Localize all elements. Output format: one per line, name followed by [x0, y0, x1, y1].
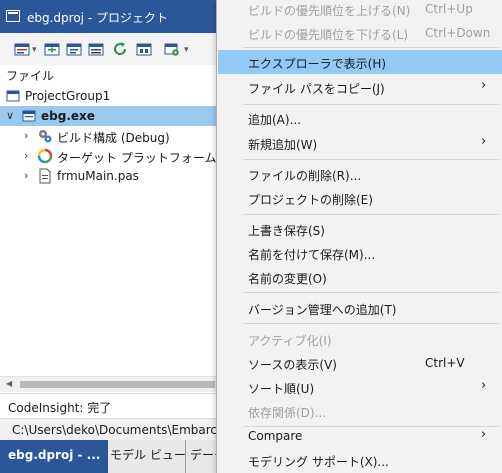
menu-item-remove-project[interactable]: プロジェクトの削除(E): [218, 186, 502, 210]
menu-separator: [243, 47, 499, 48]
options-icon[interactable]: [88, 41, 104, 57]
menu-item-label: ソースの表示(V): [248, 358, 337, 372]
menu-item-label: エクスプローラで表示(H): [248, 57, 387, 71]
tree-item-build-config[interactable]: › ビルド構成 (Debug): [0, 126, 230, 146]
menu-item-add-new[interactable]: 新規追加(W) ›: [218, 131, 502, 155]
path-status: C:\Users\deko\Documents\Embarcade: [0, 418, 239, 441]
tab-model-view[interactable]: モデル ビュー: [110, 440, 186, 473]
tree-item-target-platform[interactable]: › ターゲット プラットフォーム (Wind: [0, 146, 255, 166]
menu-item-label: ビルドの優先順位を上げる(N): [248, 4, 411, 18]
tree-item-ebg-exe[interactable]: ∨ ebg.exe: [0, 106, 230, 126]
chevron-right-icon[interactable]: ›: [24, 129, 28, 142]
menu-item-label: Compare: [248, 429, 303, 443]
scroll-left-arrow-icon[interactable]: ◀: [6, 379, 12, 388]
submenu-arrow-icon: ›: [481, 378, 487, 393]
tree-item-projectgroup[interactable]: ProjectGroup1: [0, 86, 230, 106]
gears-icon: [39, 130, 52, 143]
menu-item-add[interactable]: 追加(A)...: [218, 106, 502, 130]
submenu-arrow-icon: ›: [481, 427, 487, 442]
chevron-right-icon[interactable]: ›: [24, 149, 28, 162]
context-menu: ビルドの優先順位を上げる(N) Ctrl+Up ビルドの優先順位を下げる(L) …: [216, 0, 502, 473]
menu-item-copy-file-path[interactable]: ファイル パスをコピー(J) ›: [218, 75, 502, 99]
tree-item-label: ProjectGroup1: [25, 89, 111, 103]
chevron-down-icon[interactable]: ▾: [184, 45, 189, 55]
menu-separator: [243, 292, 499, 293]
settings-gear-icon[interactable]: [164, 41, 180, 57]
menu-item-remove-file[interactable]: ファイルの削除(R)...: [218, 162, 502, 186]
toolbar: ▾ ▾: [0, 33, 230, 65]
menu-item-dependencies[interactable]: 依存関係(D)...: [218, 399, 502, 423]
tree-item-label: frmuMain.pas: [57, 169, 139, 183]
chevron-right-icon[interactable]: ›: [24, 169, 28, 182]
pascal-file-icon: [39, 168, 51, 184]
file-label: ファイル: [6, 69, 55, 83]
remove-file-icon[interactable]: [66, 41, 82, 57]
project-path-text: C:\Users\deko\Documents\Embarcade: [12, 423, 240, 437]
menu-separator: [243, 159, 499, 160]
project-tree[interactable]: ProjectGroup1 ∨ ebg.exe › ビルド構成 (Debug) …: [0, 84, 255, 374]
submenu-arrow-icon: ›: [481, 78, 487, 93]
menu-item-label: アクティブ化(I): [248, 334, 332, 348]
bottom-tabs: ebg.dproj - ... モデル ビュー データ: [0, 440, 230, 473]
menu-item-label: バージョン管理への追加(T): [248, 303, 397, 317]
menu-item-label: 依存関係(D)...: [248, 406, 327, 420]
target-platform-icon: [37, 148, 53, 164]
menu-item-label: 新規追加(W): [248, 138, 318, 152]
menu-item-label: 上書き保存(S): [248, 224, 325, 238]
menu-item-label: 名前を付けて保存(M)...: [248, 248, 376, 262]
panel-title: ebg.dproj - プロジェクト: [27, 11, 168, 25]
tree-item-frmumain[interactable]: › frmuMain.pas: [0, 166, 230, 186]
sync-icon[interactable]: [136, 41, 152, 57]
menu-item-show-in-explorer[interactable]: エクスプローラで表示(H): [218, 50, 502, 74]
menu-separator: [243, 214, 499, 215]
menu-item-label: ソート順(U): [248, 382, 315, 396]
panel-title-bar: ebg.dproj - プロジェクト: [0, 0, 230, 33]
menu-item-add-to-version-control[interactable]: バージョン管理への追加(T): [218, 296, 502, 320]
add-file-icon[interactable]: [44, 41, 60, 57]
window-icon: [6, 10, 20, 22]
menu-item-label: 追加(A)...: [248, 113, 302, 127]
menu-item-save-as[interactable]: 名前を付けて保存(M)...: [218, 241, 502, 265]
scrollbar-thumb[interactable]: [20, 381, 215, 388]
menu-item-sort-order[interactable]: ソート順(U) ›: [218, 375, 502, 399]
menu-item-shortcut: Ctrl+Down: [425, 26, 491, 40]
menu-item-shortcut: Ctrl+V: [425, 356, 465, 370]
menu-item-label: モデリング サポート(X)...: [248, 455, 389, 469]
chevron-down-icon[interactable]: ▾: [32, 45, 37, 55]
menu-item-raise-build-priority[interactable]: ビルドの優先順位を上げる(N) Ctrl+Up: [218, 0, 502, 21]
menu-item-lower-build-priority[interactable]: ビルドの優先順位を下げる(L) Ctrl+Down: [218, 21, 502, 45]
menu-item-rename[interactable]: 名前の変更(O): [218, 265, 502, 289]
menu-separator: [243, 104, 499, 105]
project-group-icon: [6, 90, 20, 102]
menu-item-save[interactable]: 上書き保存(S): [218, 217, 502, 241]
horizontal-scrollbar[interactable]: ◀: [0, 376, 230, 392]
menu-item-label: ビルドの優先順位を下げる(L): [248, 28, 409, 42]
menu-item-label: ファイルの削除(R)...: [248, 169, 362, 183]
tree-item-label: ebg.exe: [41, 109, 95, 123]
menu-item-label: ファイル パスをコピー(J): [248, 82, 385, 96]
menu-item-view-source[interactable]: ソースの表示(V) Ctrl+V: [218, 351, 502, 375]
chevron-down-icon[interactable]: ∨: [6, 109, 14, 122]
menu-item-shortcut: Ctrl+Up: [425, 2, 473, 16]
tab-project[interactable]: ebg.dproj - ...: [0, 440, 109, 473]
tree-item-label: ビルド構成 (Debug): [57, 131, 170, 145]
codeinsight-status-text: CodeInsight: 完了: [8, 401, 112, 415]
build-config-icon[interactable]: [14, 41, 30, 57]
menu-item-label: 名前の変更(O): [248, 272, 327, 286]
menu-item-label: プロジェクトの削除(E): [248, 193, 373, 207]
project-manager-panel: ebg.dproj - プロジェクト ▾ ▾ ファイル ProjectGroup…: [0, 0, 255, 473]
refresh-icon[interactable]: [112, 41, 128, 57]
menu-separator: [243, 323, 499, 324]
codeinsight-status: CodeInsight: 完了: [0, 393, 230, 418]
submenu-arrow-icon: ›: [481, 134, 487, 149]
menu-item-activate[interactable]: アクティブ化(I): [218, 327, 502, 351]
menu-item-modeling-support[interactable]: モデリング サポート(X)...: [218, 448, 502, 472]
exe-project-icon: [22, 110, 36, 122]
menu-item-compare[interactable]: Compare ›: [218, 424, 502, 448]
